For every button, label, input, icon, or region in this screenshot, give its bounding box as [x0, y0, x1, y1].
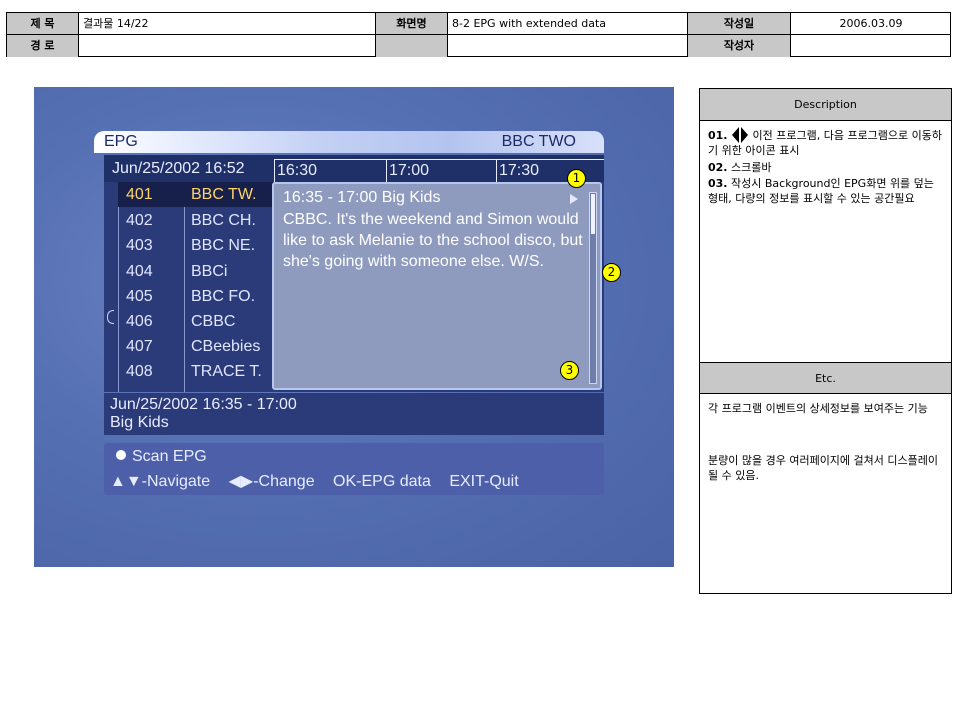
description-panel: Description 01. 이전 프로그램, 다음 프로그램으로 이동하기 …	[699, 88, 952, 594]
annotation-badge-1: 1	[567, 169, 586, 188]
created-date-label: 작성일	[688, 13, 791, 35]
program-time-range: Jun/25/2002 16:35 - 17:00	[110, 396, 297, 413]
author-label: 작성자	[688, 35, 791, 57]
timeline-header: Jun/25/2002 16:52 16:30 17:00 17:30	[104, 155, 604, 182]
channel-name: BBC CH.	[191, 212, 256, 229]
key-hints: ▲▼-Navigate ◀▶-Change OK-EPG data EXIT-Q…	[110, 472, 533, 492]
channel-row-404[interactable]: 404 BBCi	[118, 259, 273, 284]
program-detail-popup: 16:35 - 17:00 Big Kids CBBC. It's the we…	[272, 182, 602, 390]
bullet-icon	[116, 450, 126, 460]
item-number: 02.	[708, 161, 728, 174]
channel-row-401[interactable]: 401 BBC TW.	[118, 182, 273, 207]
channel-row-402[interactable]: 402 BBC CH.	[118, 208, 273, 233]
etc-text-1: 각 프로그램 이벤트의 상세정보를 보여주는 기능	[708, 402, 928, 415]
epg-title: EPG	[104, 133, 138, 150]
timeline-slot-3: 17:30	[496, 159, 604, 182]
channel-list-left-arrow-icon[interactable]	[107, 310, 114, 324]
created-date-value: 2006.03.09	[791, 13, 951, 35]
channel-row-406[interactable]: 406 CBBC	[118, 309, 273, 334]
next-program-arrow-icon	[741, 127, 748, 143]
ok-hint: OK-EPG data	[333, 473, 431, 490]
detail-scrollbar[interactable]	[589, 192, 597, 384]
program-detail-description: CBBC. It's the weekend and Simon would l…	[283, 211, 583, 270]
etc-header: Etc.	[700, 362, 951, 394]
annotation-badge-3: 3	[560, 361, 579, 380]
channel-number: 404	[126, 263, 153, 280]
description-item-2: 02. 스크롤바	[708, 160, 946, 175]
item-text: 스크롤바	[731, 161, 772, 174]
annotation-badge-2: 2	[602, 263, 621, 282]
channel-row-403[interactable]: 403 BBC NE.	[118, 233, 273, 258]
program-title: Big Kids	[110, 414, 169, 431]
timeline-slot-1: 16:30	[274, 159, 386, 182]
timeline-slot-2: 17:00	[386, 159, 496, 182]
epg-title-bar: EPG BBC TWO	[94, 131, 604, 153]
channel-number: 407	[126, 338, 153, 355]
channel-name: BBCi	[191, 263, 228, 280]
screen-name-label: 화면명	[376, 13, 448, 35]
channel-row-408[interactable]: 408 TRACE T.	[118, 359, 273, 384]
blank-value	[448, 35, 688, 57]
title-label: 제 목	[7, 13, 79, 35]
program-detail-heading: 16:35 - 17:00 Big Kids	[283, 189, 441, 206]
screen-name-value: 8-2 EPG with extended data	[448, 13, 688, 35]
scrollbar-thumb[interactable]	[591, 194, 595, 234]
channel-row-407[interactable]: 407 CBeebies	[118, 334, 273, 359]
author-value	[791, 35, 951, 57]
channel-number: 408	[126, 363, 153, 380]
channel-row-405[interactable]: 405 BBC FO.	[118, 284, 273, 309]
channel-number: 406	[126, 313, 153, 330]
channel-name: CBBC	[191, 313, 236, 330]
description-item-3: 03. 작성시 Background인 EPG화면 위를 덮는 형태, 다량의 …	[708, 176, 946, 206]
change-hint: ◀▶-Change	[228, 473, 315, 490]
channel-number: 402	[126, 212, 153, 229]
description-header: Description	[700, 89, 951, 121]
scan-epg-hint[interactable]: Scan EPG	[116, 447, 207, 467]
channel-name: BBC FO.	[191, 288, 256, 305]
description-item-1: 01. 이전 프로그램, 다음 프로그램으로 이동하기 위한 아이콘 표시	[708, 127, 946, 158]
channel-name: TRACE T.	[191, 363, 262, 380]
item-text: 작성시 Background인 EPG화면 위를 덮는 형태, 다량의 정보를 …	[708, 177, 934, 205]
program-info-bar: Jun/25/2002 16:35 - 17:00 Big Kids	[104, 393, 604, 435]
channel-number: 403	[126, 237, 153, 254]
path-label: 경 로	[7, 35, 79, 57]
channel-name: CBeebies	[191, 338, 261, 355]
exit-hint: EXIT-Quit	[449, 473, 519, 490]
navigate-hint: ▲▼-Navigate	[110, 473, 211, 490]
document-header-table: 제 목 결과물 14/22 화면명 8-2 EPG with extended …	[6, 12, 951, 57]
channel-number: 401	[126, 186, 153, 203]
path-value	[79, 35, 376, 57]
scan-epg-label: Scan EPG	[132, 448, 207, 465]
current-channel-name: BBC TWO	[501, 133, 576, 150]
tv-screen: EPG BBC TWO Jun/25/2002 16:52 16:30 17:0…	[34, 87, 674, 567]
prev-program-arrow-icon	[732, 127, 739, 143]
item-number: 01.	[708, 129, 728, 142]
title-value: 결과물 14/22	[79, 13, 376, 35]
current-datetime: Jun/25/2002 16:52	[112, 160, 245, 177]
channel-name: BBC TW.	[191, 186, 257, 203]
blank-label	[376, 35, 448, 57]
channel-number: 405	[126, 288, 153, 305]
next-program-arrow-icon[interactable]	[570, 194, 578, 204]
channel-name: BBC NE.	[191, 237, 256, 254]
item-number: 03.	[708, 177, 728, 190]
key-help-bar: Scan EPG ▲▼-Navigate ◀▶-Change OK-EPG da…	[104, 443, 604, 495]
etc-text-2: 분량이 많을 경우 여러페이지에 걸쳐서 디스플레이 될 수 있음.	[708, 454, 939, 482]
